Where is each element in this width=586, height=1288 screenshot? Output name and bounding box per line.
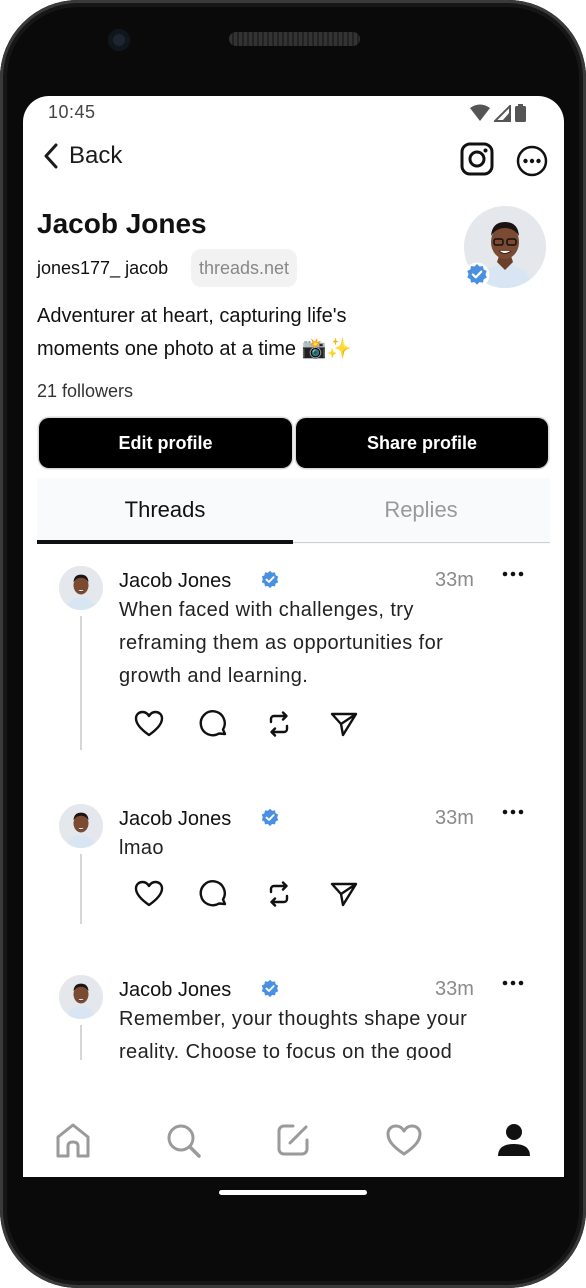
heart-icon[interactable] [133,708,165,740]
send-icon[interactable] [328,878,360,910]
profile-bio: Adventurer at heart, capturing life's mo… [37,300,457,366]
wifi-icon [470,104,490,121]
post-text-line: growth and learning. [119,665,309,687]
heart-icon[interactable] [133,878,165,910]
post-text: lmao [119,832,519,865]
post-text-line: reality. Choose to focus on the good [119,1041,453,1060]
top-navigation: Back [23,136,564,182]
repost-icon[interactable] [263,708,295,740]
post-text-line: Remember, your thoughts shape your [119,1008,468,1030]
status-time: 10:45 [48,102,96,122]
domain-badge[interactable]: threads.net [191,249,298,287]
status-icons [470,104,526,122]
cellular-signal-icon [494,105,511,122]
send-icon[interactable] [328,708,360,740]
post-avatar[interactable] [59,566,103,610]
post-actions [133,708,360,740]
avatar-portrait-icon [59,566,103,610]
back-button[interactable]: Back [43,142,122,170]
followers-count[interactable]: 21 followers [37,381,133,402]
thread-post[interactable]: Jacob Jones 33m lmao [23,790,564,962]
post-author[interactable]: Jacob Jones [119,979,231,1002]
comment-icon[interactable] [198,708,230,740]
edit-profile-button[interactable]: Edit profile [39,418,292,468]
avatar-portrait-icon [59,975,103,1019]
post-text-line: When faced with challenges, try [119,599,414,621]
post-timestamp: 33m [435,807,474,829]
back-label: Back [69,142,123,169]
avatar-portrait-icon [59,804,103,848]
thread-post[interactable]: Jacob Jones 33m When faced with challeng… [23,552,564,790]
verified-badge-icon [464,262,490,288]
comment-icon[interactable] [198,878,230,910]
share-profile-button[interactable]: Share profile [296,418,548,468]
active-tab-indicator [37,540,293,544]
more-horizontal-icon[interactable] [502,808,524,816]
compose-icon[interactable] [273,1120,313,1160]
verified-badge-icon [261,808,279,827]
chevron-left-icon [44,143,58,169]
profile-handle: jones177_ jacob [37,258,169,278]
post-timestamp: 33m [435,569,474,591]
search-icon[interactable] [163,1120,203,1160]
instagram-icon [460,142,494,176]
thread-line [80,854,82,924]
post-text: Remember, your thoughts shape your reali… [119,1003,519,1060]
status-bar: 10:45 [23,96,564,132]
instagram-button[interactable] [460,142,494,181]
earpiece-speaker [229,32,360,46]
repost-icon[interactable] [263,878,295,910]
profile-icon[interactable] [494,1120,534,1160]
profile-tabs: Threads Replies [37,478,550,544]
screen: 10:45 Back Jacob Jones jones177_ jacob t… [23,96,564,1177]
bottom-navigation [23,1106,564,1170]
more-horizontal-icon[interactable] [502,570,524,578]
bio-line: moments one photo at a time 📸✨ [37,338,352,360]
post-actions [133,878,360,910]
profile-avatar[interactable] [464,206,548,290]
more-circle-icon [516,145,548,177]
bio-line: Adventurer at heart, capturing life's [37,305,347,327]
battery-icon [515,104,526,122]
post-author[interactable]: Jacob Jones [119,808,231,831]
tab-replies[interactable]: Replies [293,478,549,542]
post-author[interactable]: Jacob Jones [119,570,231,593]
home-indicator[interactable] [219,1190,367,1195]
thread-line [80,616,82,750]
tab-divider [293,542,550,543]
post-avatar[interactable] [59,975,103,1019]
phone-frame: 10:45 Back Jacob Jones jones177_ jacob t… [0,0,586,1288]
front-camera [108,29,130,51]
verified-badge-icon [261,979,279,998]
verified-badge-icon [261,570,279,589]
threads-feed[interactable]: Jacob Jones 33m When faced with challeng… [23,552,564,1060]
thread-line [80,1025,82,1060]
profile-name: Jacob Jones [37,208,207,239]
post-timestamp: 33m [435,978,474,1000]
post-text: When faced with challenges, try reframin… [119,594,519,693]
more-horizontal-icon[interactable] [502,979,524,987]
tab-threads[interactable]: Threads [37,478,293,542]
thread-post[interactable]: Jacob Jones 33m Remember, your thoughts … [23,961,564,1060]
home-icon[interactable] [53,1120,93,1160]
post-text-line: reframing them as opportunities for [119,632,444,654]
profile-more-button[interactable] [516,145,548,182]
post-avatar[interactable] [59,804,103,848]
activity-heart-icon[interactable] [384,1120,424,1160]
post-text-line: lmao [119,837,164,859]
